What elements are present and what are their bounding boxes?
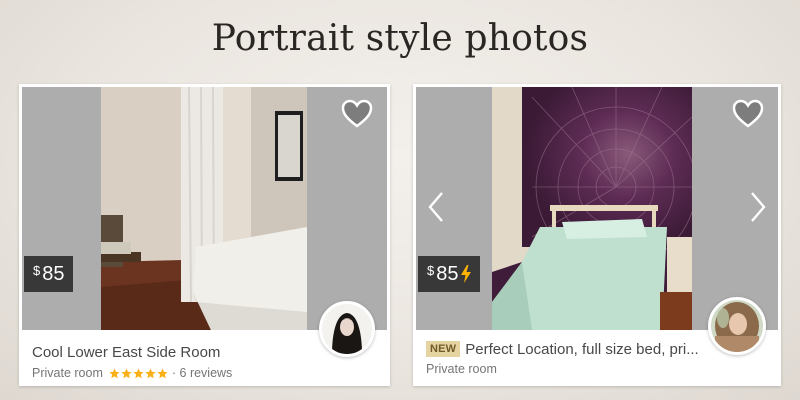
price-tag: $ 85 [24,256,74,292]
heart-icon[interactable] [341,99,373,129]
star-icon [145,367,156,378]
new-badge: NEW [426,341,461,357]
star-icon [121,367,132,378]
chevron-left-icon[interactable] [426,190,446,224]
listing-card-1[interactable]: $ 85 Cool Lower East Side Room Private r… [19,84,390,386]
listing-title-text[interactable]: Perfect Location, full size bed, pri... [465,341,698,358]
price-currency: $ [33,263,41,278]
host-avatar[interactable] [319,301,375,357]
star-icon [109,367,120,378]
chevron-right-icon[interactable] [748,190,768,224]
price-currency: $ [427,263,435,278]
room-photo [492,87,692,330]
price-tag: $ 85 [418,256,481,292]
room-type: Private room [426,362,497,376]
listing-title[interactable]: Cool Lower East Side Room [32,344,220,361]
listing-meta: Private room [426,362,497,376]
meta-separator: · [171,366,177,380]
listing-meta: Private room · 6 reviews [32,366,232,380]
rating-stars [109,367,169,379]
room-photo [101,87,307,330]
star-icon [133,367,144,378]
price-amount: 85 [436,262,459,285]
review-count[interactable]: 6 reviews [180,366,233,380]
heart-icon[interactable] [732,99,764,129]
page-headline: Portrait style photos [211,18,589,59]
star-icon [157,367,168,378]
host-avatar[interactable] [708,297,766,355]
room-type: Private room [32,366,103,380]
price-amount: 85 [42,262,65,285]
listing-card-2[interactable]: $ 85 NEW Perfect Location, full size bed,… [413,84,781,386]
listing-photo[interactable]: $ 85 [22,87,387,330]
listing-photo[interactable]: $ 85 [416,87,778,330]
instant-book-bolt-icon [461,265,472,283]
listing-title[interactable]: NEW Perfect Location, full size bed, pri.… [426,341,699,358]
